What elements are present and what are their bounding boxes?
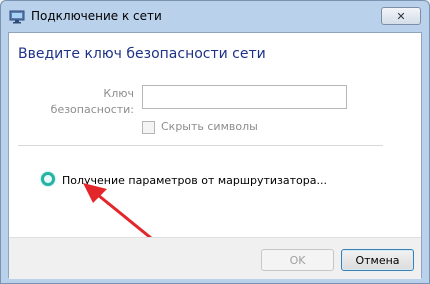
window-title: Подключение к сети	[31, 9, 162, 23]
button-bar: OK Отмена	[9, 237, 421, 279]
loading-spinner-icon	[41, 172, 55, 186]
cancel-button[interactable]: Отмена	[341, 249, 414, 271]
security-key-input[interactable]	[142, 85, 347, 109]
close-button[interactable]: ✕	[381, 7, 421, 25]
security-key-label-line2: безопасности:	[50, 103, 134, 116]
divider	[18, 145, 383, 146]
hide-characters-checkbox[interactable]	[142, 121, 155, 134]
dialog-content: Введите ключ безопасности сети Ключ безо…	[8, 32, 422, 279]
ok-button[interactable]: OK	[261, 249, 334, 271]
hide-characters-label: Скрыть символы	[161, 120, 258, 133]
title-bar[interactable]: Подключение к сети ✕	[1, 1, 429, 31]
dialog-window: Подключение к сети ✕ Введите ключ безопа…	[0, 0, 430, 284]
security-key-label: Ключ безопасности:	[49, 86, 134, 118]
close-icon: ✕	[396, 9, 406, 23]
dialog-heading: Введите ключ безопасности сети	[18, 46, 266, 62]
network-icon	[9, 9, 25, 24]
security-key-label-line1: Ключ	[103, 87, 134, 100]
